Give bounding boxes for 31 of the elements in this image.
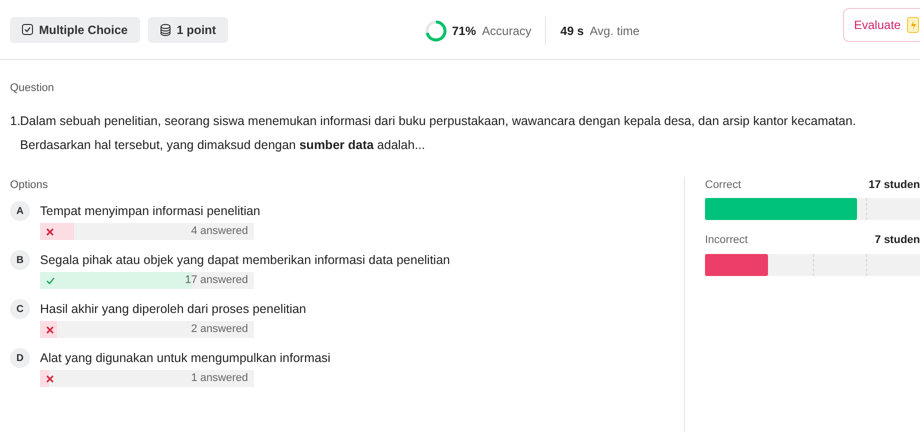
question-number: 1. <box>10 112 20 130</box>
avg-time-value: 49 s <box>560 23 584 40</box>
section-heading: Options <box>10 178 49 192</box>
student-count: 7 studen <box>874 233 920 248</box>
option-text: Alat yang digunakan untuk mengumpulkan informasi <box>40 350 330 367</box>
answer-count: 17 answered <box>185 273 248 288</box>
tag: Multiple Choice <box>10 16 140 42</box>
tag: 1 point <box>148 16 228 42</box>
option-text: Tempat menyimpan informasi penelitian <box>40 202 260 220</box>
option-text: Segala pihak atau objek yang dapat memberikan informasi data penelitian <box>40 252 450 269</box>
accuracy-value: 71% <box>452 23 476 40</box>
checkbox-icon <box>22 24 33 35</box>
accuracy-label: Accuracy <box>482 23 532 40</box>
option-text: Hasil akhir yang diperoleh dari proses penelitian <box>40 300 306 318</box>
option-letter: A <box>10 201 30 221</box>
section-heading: Question <box>10 81 56 96</box>
option-letter: C <box>10 299 30 319</box>
student-count: 17 studen <box>868 178 920 192</box>
avg-time-label: Avg. time <box>590 23 640 40</box>
summary-label: Correct <box>705 178 742 192</box>
answer-count: 1 answered <box>191 371 248 386</box>
option-letter: D <box>10 348 30 368</box>
coins-icon <box>160 24 171 36</box>
question-text: Dalam sebuah penelitian, seorang siswa menemukan informasi dari buku perpustakaan, wawancara dengan kepala desa, dan arsip kantor kecamatan. Berdasarkan hal tersebut, yang dimaksud dengan sumber data adalah... <box>20 112 857 154</box>
answer-count: 2 answered <box>191 322 248 337</box>
summary-label: Incorrect <box>705 233 748 248</box>
option-letter: B <box>10 250 30 270</box>
answer-count: 4 answered <box>191 224 248 239</box>
accuracy-ring <box>424 19 448 43</box>
evaluate-button[interactable]: Evaluate <box>843 8 920 42</box>
lightning-icon <box>906 17 919 33</box>
